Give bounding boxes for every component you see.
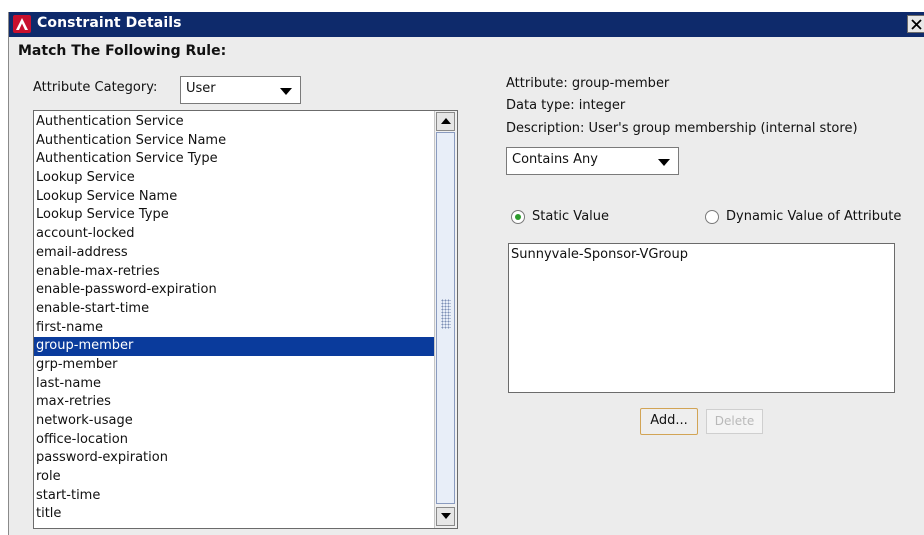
scroll-down-icon bbox=[441, 513, 451, 519]
rule-heading: Match The Following Rule: bbox=[18, 43, 227, 59]
app-logo-icon bbox=[13, 15, 31, 33]
scroll-up-icon bbox=[441, 118, 451, 124]
attribute-list-items: Authentication Service Authentication Ser… bbox=[34, 113, 434, 524]
close-icon bbox=[911, 19, 922, 30]
attribute-list-item[interactable]: enable-password-expiration bbox=[34, 281, 434, 300]
values-list[interactable]: Sunnyvale-Sponsor-VGroup bbox=[508, 243, 895, 393]
attribute-list-item[interactable]: office-location bbox=[34, 431, 434, 450]
attribute-list-item[interactable]: title bbox=[34, 505, 434, 524]
data-type-text: Data type: integer bbox=[506, 98, 626, 113]
static-value-label: Static Value bbox=[532, 209, 610, 224]
value-item[interactable]: Sunnyvale-Sponsor-VGroup bbox=[511, 247, 688, 262]
attribute-list-item[interactable]: Authentication Service Name bbox=[34, 132, 434, 151]
attribute-name-text: Attribute: group-member bbox=[506, 76, 670, 91]
attribute-list-item[interactable]: password-expiration bbox=[34, 449, 434, 468]
attribute-list-item[interactable]: email-address bbox=[34, 244, 434, 263]
operator-value: Contains Any bbox=[512, 152, 598, 167]
attribute-category-value: User bbox=[186, 81, 216, 96]
radio-circle bbox=[705, 210, 719, 224]
attribute-category-select[interactable]: User bbox=[180, 76, 301, 104]
radio-circle bbox=[511, 210, 525, 224]
attribute-list-item[interactable]: enable-start-time bbox=[34, 300, 434, 319]
attribute-list-item[interactable]: group-member bbox=[34, 337, 434, 356]
attribute-list-item[interactable]: start-time bbox=[34, 487, 434, 506]
attribute-list-item[interactable]: Lookup Service bbox=[34, 169, 434, 188]
title-bar[interactable]: Constraint Details bbox=[9, 12, 924, 37]
attribute-list-item[interactable]: role bbox=[34, 468, 434, 487]
attribute-list-item[interactable]: Lookup Service Name bbox=[34, 188, 434, 207]
attribute-list-scrollbar[interactable] bbox=[434, 111, 457, 528]
dialog-title: Constraint Details bbox=[37, 15, 182, 31]
scroll-up-button[interactable] bbox=[436, 112, 455, 131]
attribute-list-item[interactable]: enable-max-retries bbox=[34, 263, 434, 282]
constraint-details-dialog: Constraint Details Match The Following R… bbox=[8, 12, 924, 535]
attribute-list-item[interactable]: Lookup Service Type bbox=[34, 206, 434, 225]
attribute-list-item[interactable]: grp-member bbox=[34, 356, 434, 375]
attribute-list-item[interactable]: first-name bbox=[34, 319, 434, 338]
attribute-list-item[interactable]: last-name bbox=[34, 375, 434, 394]
chevron-down-icon bbox=[280, 88, 292, 95]
description-text: Description: User's group membership (in… bbox=[506, 121, 858, 136]
dynamic-value-label: Dynamic Value of Attribute bbox=[726, 209, 902, 224]
operator-select[interactable]: Contains Any bbox=[506, 147, 679, 175]
chevron-down-icon bbox=[658, 159, 670, 166]
attribute-list-item[interactable]: network-usage bbox=[34, 412, 434, 431]
attribute-list-item[interactable]: Authentication Service bbox=[34, 113, 434, 132]
grip-icon bbox=[441, 299, 451, 329]
attribute-category-label: Attribute Category: bbox=[33, 80, 158, 95]
attribute-list-item[interactable]: Authentication Service Type bbox=[34, 150, 434, 169]
delete-button[interactable]: Delete bbox=[706, 409, 763, 434]
scroll-down-button[interactable] bbox=[436, 507, 455, 526]
attribute-list-item[interactable]: max-retries bbox=[34, 393, 434, 412]
attribute-list[interactable]: Authentication Service Authentication Ser… bbox=[33, 110, 458, 529]
radio-selected-dot bbox=[515, 214, 521, 220]
add-button[interactable]: Add... bbox=[640, 408, 698, 435]
attribute-list-item[interactable]: account-locked bbox=[34, 225, 434, 244]
scrollbar-thumb[interactable] bbox=[436, 132, 455, 504]
close-button[interactable] bbox=[907, 15, 924, 33]
